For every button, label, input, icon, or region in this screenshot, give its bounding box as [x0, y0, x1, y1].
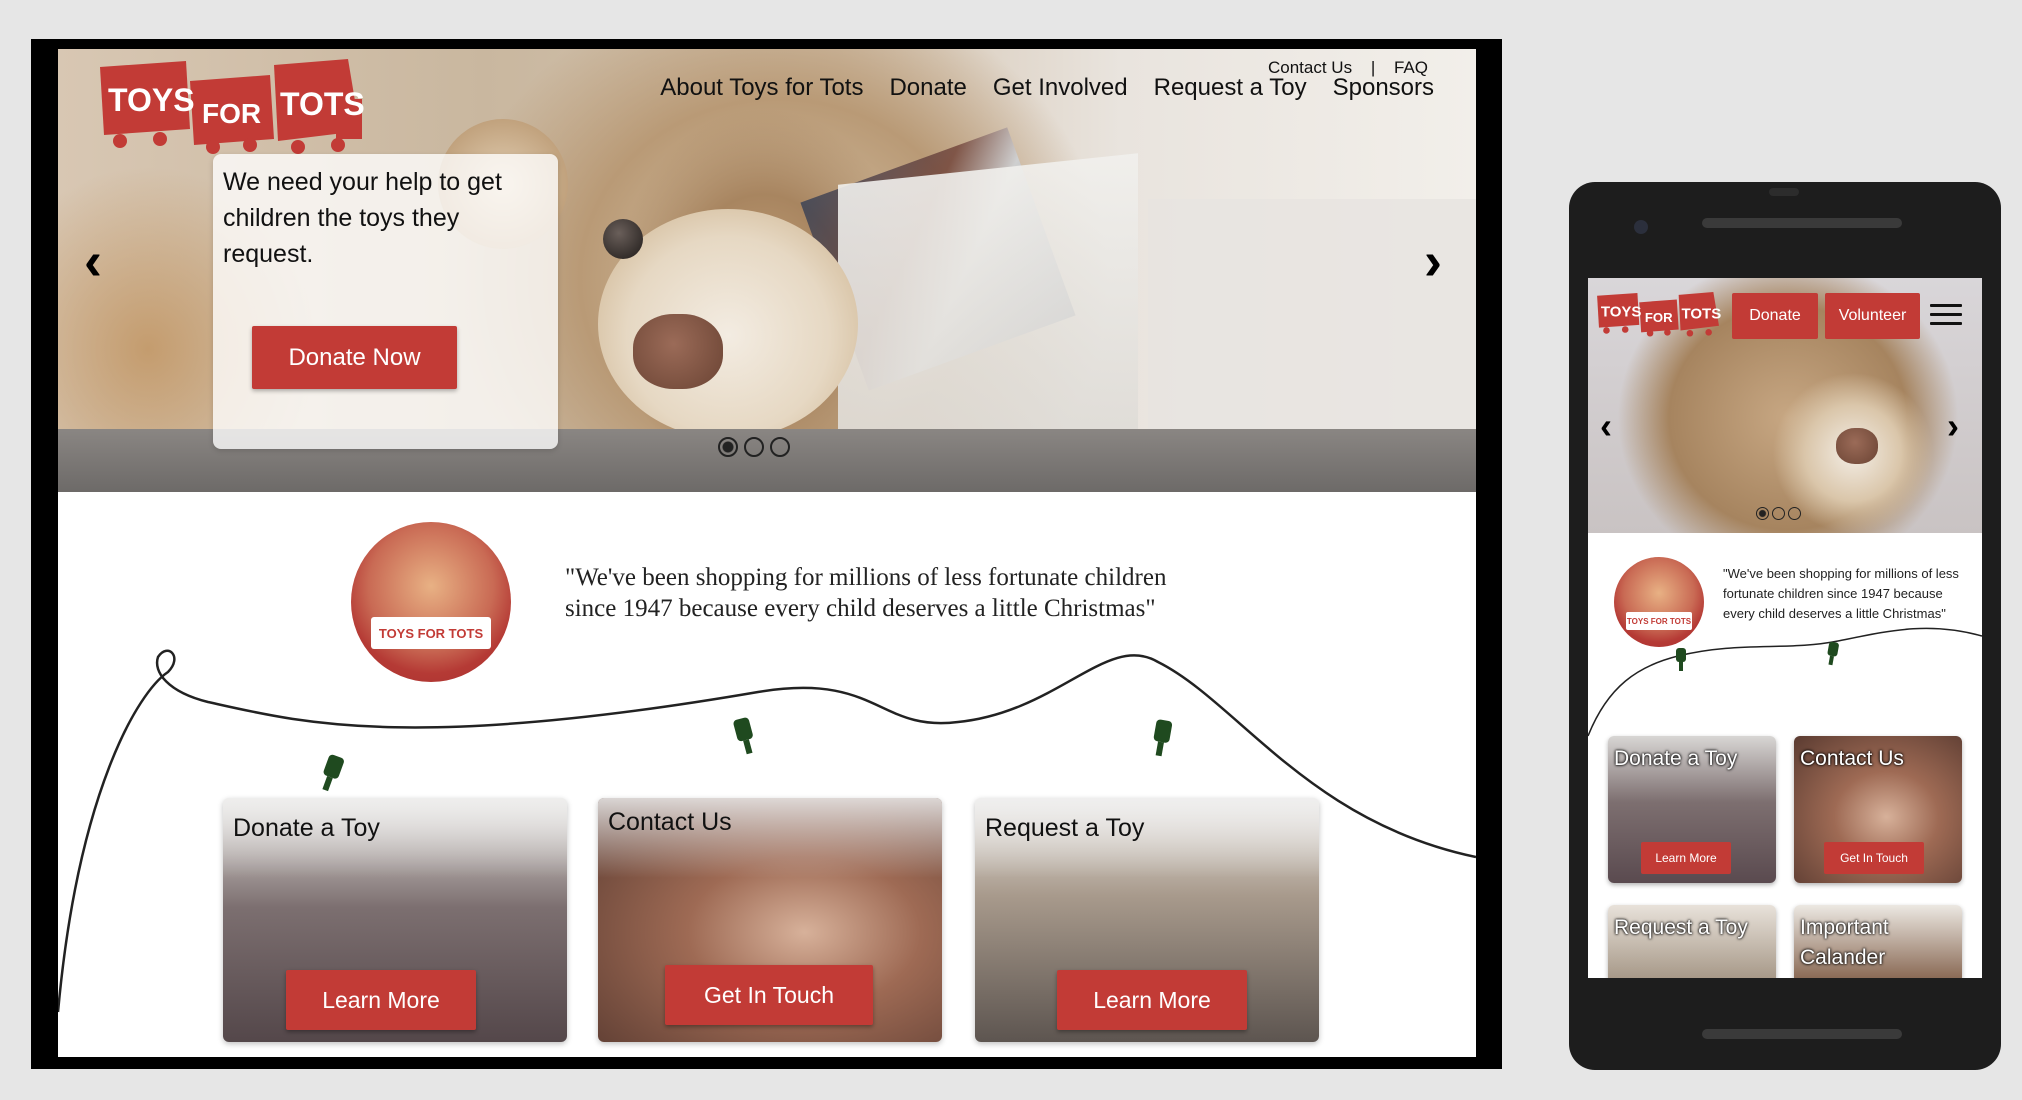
carousel-dot-3[interactable] — [1788, 507, 1801, 520]
carousel-dot-1[interactable] — [718, 437, 738, 457]
phone-home-bar — [1702, 1029, 1902, 1039]
main-navigation: About Toys for Tots Donate Get Involved … — [634, 74, 1434, 102]
chevron-right-icon[interactable]: › — [1947, 408, 1959, 444]
carousel-dot-3[interactable] — [770, 437, 790, 457]
card-title: Important Calander — [1800, 916, 1889, 969]
donate-now-button[interactable]: Donate Now — [252, 326, 457, 389]
mobile-donate-button[interactable]: Donate — [1732, 293, 1818, 339]
card-title: Request a Toy — [985, 814, 1145, 842]
get-in-touch-button[interactable]: Get In Touch — [665, 965, 873, 1025]
carousel-indicators — [1756, 507, 1801, 520]
carousel-dot-2[interactable] — [744, 437, 764, 457]
carousel-indicators — [718, 437, 790, 457]
request-a-toy-card[interactable]: Request a Toy — [1608, 905, 1776, 978]
phone-speaker — [1702, 218, 1902, 228]
desktop-screen: TOYS FOR TOTS Contact Us | FAQ About Toy… — [58, 49, 1476, 1057]
carousel-dot-1[interactable] — [1756, 507, 1769, 520]
logo-word-1: TOYS — [1601, 303, 1642, 320]
camera-icon — [1634, 220, 1648, 234]
hero-message-card: We need your help to get children the to… — [213, 154, 558, 449]
light-bulb-icon — [733, 717, 753, 755]
hero-message: We need your help to get children the to… — [223, 168, 502, 268]
mission-quote: "We've been shopping for millions of les… — [565, 564, 1167, 622]
nav-sponsors[interactable]: Sponsors — [1333, 74, 1434, 102]
hero-image-bear-eye — [603, 219, 643, 259]
nav-get-involved[interactable]: Get Involved — [993, 74, 1128, 102]
donate-a-toy-card: Donate a Toy Learn More — [223, 798, 567, 1042]
mobile-screen: TOYS FOR TOTS Donate Volunteer ‹ › TOYS … — [1588, 278, 1982, 978]
hero-image-bear-nose — [1836, 428, 1878, 464]
request-a-toy-card: Request a Toy Learn More — [975, 798, 1319, 1042]
logo-word-2: FOR — [202, 98, 261, 129]
important-calendar-card[interactable]: Important Calander — [1794, 905, 1962, 978]
learn-more-button[interactable]: Learn More — [1641, 842, 1731, 874]
nav-request-a-toy[interactable]: Request a Toy — [1154, 74, 1307, 102]
light-bulb-icon — [322, 754, 344, 792]
chevron-right-icon[interactable]: › — [1424, 234, 1442, 288]
logo-word-3: TOTS — [280, 86, 364, 122]
marine-bear-seal-image: TOYS FOR TOTS — [1614, 557, 1704, 647]
hamburger-icon[interactable] — [1930, 304, 1962, 331]
seal-logo-label: TOYS FOR TOTS — [371, 617, 491, 649]
donate-a-toy-card: Donate a Toy Learn More — [1608, 736, 1776, 883]
logo-word-2: FOR — [1645, 310, 1673, 325]
learn-more-button[interactable]: Learn More — [1057, 970, 1247, 1030]
seal-logo-label: TOYS FOR TOTS — [1626, 612, 1692, 630]
chevron-left-icon[interactable]: ‹ — [84, 234, 102, 288]
light-bulb-icon — [1676, 648, 1686, 671]
get-in-touch-button[interactable]: Get In Touch — [1824, 842, 1924, 874]
nav-about[interactable]: About Toys for Tots — [660, 74, 863, 102]
carousel-dot-2[interactable] — [1772, 507, 1785, 520]
hero-image-bear-nose — [633, 314, 723, 389]
mobile-phone-frame: TOYS FOR TOTS Donate Volunteer ‹ › TOYS … — [1569, 182, 2001, 1070]
hero-carousel: TOYS FOR TOTS Contact Us | FAQ About Toy… — [58, 49, 1476, 492]
marine-bear-seal-image: TOYS FOR TOTS — [351, 522, 511, 682]
mission-quote: "We've been shopping for millions of les… — [1723, 566, 1959, 621]
card-title: Request a Toy — [1614, 916, 1748, 939]
contact-us-card: Contact Us Get In Touch — [598, 798, 942, 1042]
card-title: Contact Us — [1800, 747, 1904, 770]
mobile-volunteer-button[interactable]: Volunteer — [1825, 293, 1920, 339]
toys-for-tots-logo[interactable]: TOYS FOR TOTS — [98, 59, 364, 155]
chevron-left-icon[interactable]: ‹ — [1600, 408, 1612, 444]
logo-word-1: TOYS — [108, 82, 195, 118]
contact-us-card: Contact Us Get In Touch — [1794, 736, 1962, 883]
light-bulb-icon — [1827, 641, 1839, 666]
card-title: Donate a Toy — [1614, 747, 1738, 770]
card-title: Contact Us — [608, 808, 732, 836]
hero-image-box — [838, 153, 1138, 475]
toys-for-tots-logo[interactable]: TOYS FOR TOTS — [1596, 292, 1721, 337]
light-bulb-icon — [1153, 719, 1173, 757]
nav-donate[interactable]: Donate — [889, 74, 966, 102]
logo-word-3: TOTS — [1681, 305, 1721, 322]
card-title: Donate a Toy — [233, 814, 380, 842]
learn-more-button[interactable]: Learn More — [286, 970, 476, 1030]
